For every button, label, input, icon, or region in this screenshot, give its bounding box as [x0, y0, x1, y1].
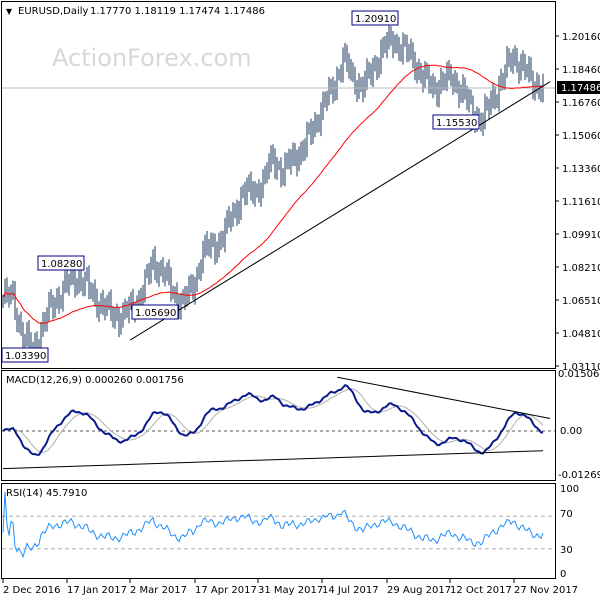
macd-tick-label: -0.012692 [558, 470, 600, 481]
date-tick-label: 17 Jan 2017 [67, 585, 127, 596]
macd-trendline [2, 450, 544, 470]
rsi-lines [2, 491, 555, 559]
rsi-tick-label: 100 [560, 484, 579, 495]
price-annotation-label: 1.05690 [135, 308, 176, 319]
price-tick-label: 1.04810 [562, 329, 600, 340]
date-tick-label: 27 Nov 2017 [514, 585, 578, 596]
rsi-tick-label: 30 [560, 545, 573, 556]
date-tick-label: 2 Mar 2017 [130, 585, 187, 596]
price-tick-label: 1.13360 [562, 164, 600, 175]
price-annotation-label: 1.03390 [5, 351, 46, 362]
axes: 1.20160 1.18460 1.16760 1.15060 1.13360 1.116… [2, 32, 600, 596]
price-tick-label: 1.16760 [562, 98, 600, 109]
price-annotation-label: 1.20910 [355, 14, 396, 25]
macd-signal-line [2, 388, 544, 453]
price-tick-label: 1.09910 [562, 230, 600, 241]
price-tick-label: 1.20160 [562, 32, 600, 43]
macd-main-line [2, 384, 544, 456]
macd-panel [1, 370, 556, 481]
price-tick-label: 1.06510 [562, 296, 600, 307]
price-tick-label: 1.18460 [562, 65, 600, 76]
price-annotation-label: 1.15530 [436, 118, 477, 129]
date-tick-label: 29 Aug 2017 [387, 585, 451, 596]
menu-triangle-icon[interactable]: ▼ [6, 7, 13, 16]
rsi-line [2, 491, 544, 559]
date-tick-label: 12 Oct 2017 [450, 585, 512, 596]
support-trendline [129, 81, 551, 341]
rsi-title: RSI(14) 45.7910 [6, 488, 87, 499]
date-tick-label: 14 Jul 2017 [322, 585, 379, 596]
moving-average-line [2, 64, 543, 324]
macd-lines [2, 376, 555, 470]
price-tick-label: 1.11610 [562, 197, 600, 208]
rsi-tick-label: 70 [560, 509, 573, 520]
macd-title: MACD(12,26,9) 0.000260 0.001756 [6, 375, 184, 386]
current-price-label: 1.17486 [561, 83, 600, 94]
rsi-tick-label: 0 [560, 569, 566, 580]
date-tick-label: 17 Apr 2017 [195, 585, 257, 596]
watermark: ActionForex.com [52, 44, 252, 72]
macd-tick-label: 0.00 [560, 426, 582, 437]
price-tick-label: 1.15060 [562, 131, 600, 142]
date-tick-label: 2 Dec 2016 [3, 585, 61, 596]
price-annotation-label: 1.08280 [41, 259, 82, 270]
symbol-label: EURUSD,Daily [18, 6, 89, 17]
macd-tick-label: 0.015061 [558, 369, 600, 380]
ohlc-label: 1.17770 1.18119 1.17474 1.17486 [90, 6, 265, 17]
date-tick-label: 31 May 2017 [258, 585, 323, 596]
chart: ActionForex.com 1.20910 1.15530 1.08280 1.0… [1, 1, 600, 596]
price-tick-label: 1.08210 [562, 263, 600, 274]
